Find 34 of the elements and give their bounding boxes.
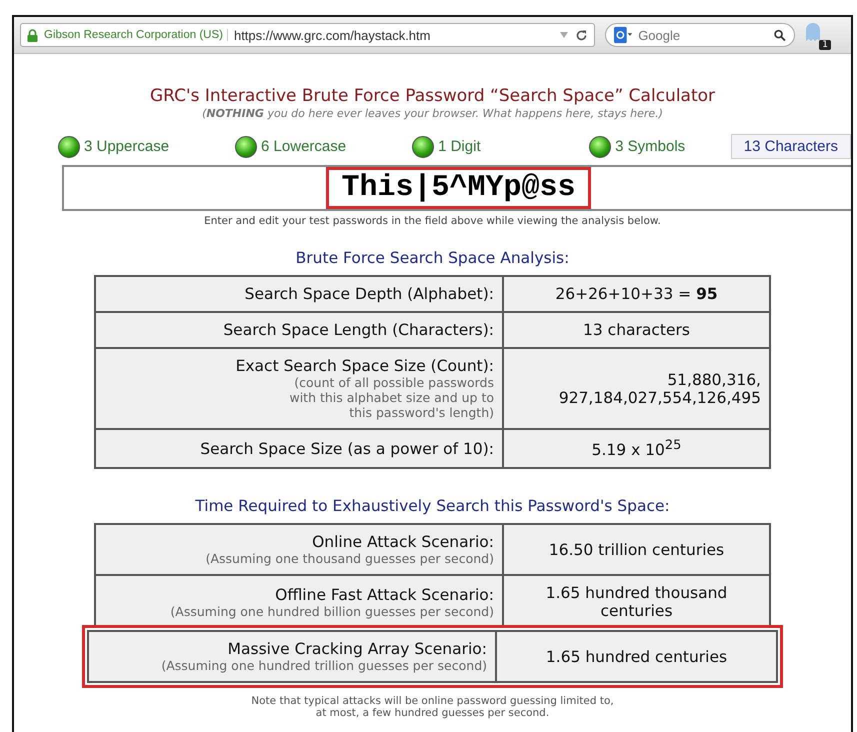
label-cell: Search Space Size (as a power of 10): (95, 429, 503, 468)
value-cell: 51,880,316, 927,184,027,554,126,495 (503, 348, 770, 429)
indicator-label: 1 Digit (438, 138, 481, 155)
label-cell: Search Space Length (Characters): (95, 312, 503, 348)
label-cell: Search Space Depth (Alphabet): (95, 276, 503, 312)
url-text: https://www.grc.com/haystack.htm (234, 28, 432, 42)
search-field[interactable]: Google (605, 23, 795, 47)
lock-icon (27, 28, 38, 42)
section-heading: Brute Force Search Space Analysis: (296, 249, 570, 267)
value-cell-text: 16.50 trillion centuries (548, 540, 726, 561)
subtitle: (NOTHING you do here ever leaves your browser. What happens here, stays here.) (202, 107, 663, 120)
section-heading: Time Required to Exhaustively Search this Password's Space: (195, 497, 670, 516)
footnote: Note that typical attacks will be online password guessing limited to, at most, a few hundred guesses per second. (250, 695, 615, 720)
field-hint: Enter and edit your test passwords in the field above while viewing the analysis below. (204, 215, 661, 227)
character-count: 13 Characters (730, 134, 851, 159)
reload-icon[interactable] (575, 28, 588, 42)
value-cell: 5.19 x 10$^{25}$ (503, 429, 770, 468)
indicator-label: 6 Lowercase (261, 138, 346, 155)
site-identity: Gibson Research Corporation (US) (44, 29, 228, 41)
indicator-label: 3 Uppercase (84, 138, 170, 155)
value-cell: 26+26+10+33 = 95 (503, 276, 770, 312)
search-engine-icon[interactable] (614, 26, 632, 44)
value-cell-text: 1.65 hundred centuries (544, 646, 728, 668)
label-cell: Massive Cracking Array Scenario: (Assuming one hundred trillion guesses per second) (89, 632, 497, 682)
address-bar[interactable]: Gibson Research Corporation (US) https://www.grc.com/haystack.htm (20, 23, 595, 47)
value-cell: 13 characters (503, 312, 770, 348)
label-cell: Exact Search Space Size (Count): (count of all possible passwords with this alphabet size and up to this password's length) (95, 348, 503, 429)
password-text: This|5^MYp@ss (326, 167, 591, 209)
search-icon[interactable] (774, 28, 786, 42)
page-title: GRC's Interactive Brute Force Password “Search Space” Calculator (150, 86, 716, 106)
notification-badge: 1 (819, 40, 831, 50)
indicator-label: 3 Symbols (615, 138, 686, 155)
password-field[interactable]: This|5^MYp@ss (62, 165, 851, 211)
value-cell-text: 1.65 hundred thousand centuries (544, 583, 728, 622)
